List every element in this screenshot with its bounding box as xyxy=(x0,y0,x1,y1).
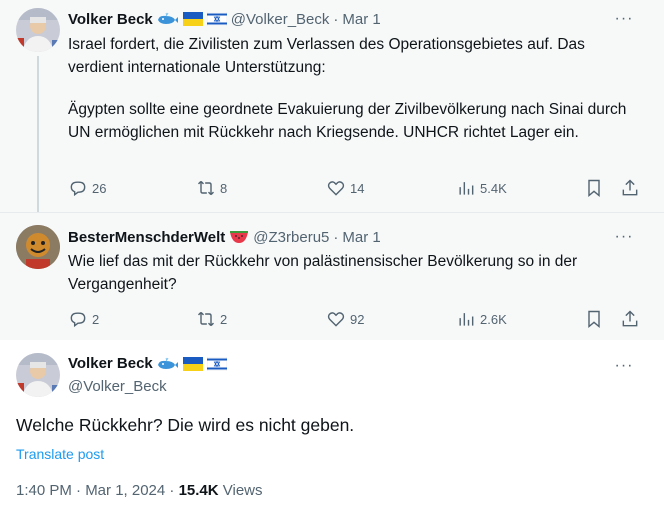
share-button[interactable] xyxy=(620,309,640,329)
views-button[interactable]: 2.6K xyxy=(456,309,507,329)
heart-icon xyxy=(327,181,345,196)
tweet-actions: 2 2 92 2.6K xyxy=(68,309,648,331)
more-options-icon[interactable]: ··· xyxy=(614,227,634,247)
views-label: Views xyxy=(218,482,263,499)
tweet-header: BesterMenschderWelt @Z3rberu5 · Mar 1 xyxy=(68,227,381,247)
avatar[interactable] xyxy=(16,225,60,269)
share-icon xyxy=(622,310,638,327)
repost-button[interactable]: 8 xyxy=(196,178,227,198)
author-name[interactable]: BesterMenschderWelt xyxy=(68,229,225,246)
reply-button[interactable]: 26 xyxy=(68,178,106,198)
author-handle[interactable]: @Volker_Beck xyxy=(231,11,330,28)
like-count: 92 xyxy=(350,311,365,327)
analytics-icon xyxy=(459,182,474,195)
post-date[interactable]: Mar 1 xyxy=(342,229,380,246)
tweet-text-paragraph-2: Ägypten sollte eine geordnete Evakuierun… xyxy=(68,101,627,141)
post-date[interactable]: Mar 1 xyxy=(342,11,380,28)
views-count: 15.4K xyxy=(178,482,219,499)
author-name[interactable]: Volker Beck xyxy=(68,11,153,28)
whale-emoji-icon xyxy=(157,12,179,26)
repost-icon xyxy=(197,311,215,327)
tweet-text: Wie lief das mit der Rückkehr von paläst… xyxy=(68,253,578,293)
whale-emoji-icon xyxy=(157,357,179,371)
bookmark-icon xyxy=(588,179,600,198)
like-button[interactable]: 92 xyxy=(326,309,364,329)
author-name-row: Volker Beck xyxy=(68,355,227,372)
views-button[interactable]: 5.4K xyxy=(456,178,507,198)
watermelon-emoji-icon xyxy=(229,230,249,244)
avatar[interactable] xyxy=(16,353,60,397)
reply-icon xyxy=(70,312,86,328)
ukraine-flag-icon xyxy=(182,356,203,371)
reply-icon xyxy=(70,181,86,197)
analytics-icon xyxy=(459,313,474,326)
separator-dot: · xyxy=(333,228,339,246)
israel-flag-icon xyxy=(206,12,227,26)
repost-button[interactable]: 2 xyxy=(196,309,227,329)
avatar[interactable] xyxy=(16,8,60,52)
thread-line xyxy=(37,56,39,216)
views-count: 2.6K xyxy=(480,311,507,327)
bookmark-icon xyxy=(588,310,600,329)
share-button[interactable] xyxy=(620,178,640,198)
author-handle[interactable]: @Volker_Beck xyxy=(68,378,167,395)
tweet-actions: 26 8 14 5.4K xyxy=(68,178,648,200)
like-button[interactable]: 14 xyxy=(326,178,364,198)
separator-dot: · xyxy=(333,10,339,28)
share-icon xyxy=(622,179,638,196)
reply-count: 26 xyxy=(92,180,107,196)
reply-count: 2 xyxy=(92,311,100,327)
translate-post-link[interactable]: Translate post xyxy=(16,446,104,462)
author-name[interactable]: Volker Beck xyxy=(68,355,153,372)
bookmark-button[interactable] xyxy=(584,309,604,329)
post-timestamp[interactable]: 1:40 PM · Mar 1, 2024 · xyxy=(16,482,179,499)
israel-flag-icon xyxy=(206,356,227,371)
views-count: 5.4K xyxy=(480,180,507,196)
tweet-text: Israel fordert, die Zivilisten zum Verla… xyxy=(68,36,585,76)
focused-tweet: Volker Beck @Volker_Beck ··· Welche Rück… xyxy=(0,340,664,508)
repost-icon xyxy=(197,180,215,196)
tweet-text: Welche Rückkehr? Die wird es nicht geben… xyxy=(16,415,355,435)
heart-icon xyxy=(327,312,345,327)
ukraine-flag-icon xyxy=(182,12,203,26)
like-count: 14 xyxy=(350,180,365,196)
more-options-icon[interactable]: ··· xyxy=(614,9,634,29)
thread-tweet-1[interactable]: Volker Beck @Volker_Beck · Mar 1 ··· Isr… xyxy=(0,0,664,216)
bookmark-button[interactable] xyxy=(584,178,604,198)
more-options-icon[interactable]: ··· xyxy=(614,356,634,376)
repost-count: 8 xyxy=(220,180,228,196)
author-handle[interactable]: @Z3rberu5 xyxy=(253,229,329,246)
post-meta: 1:40 PM · Mar 1, 2024 · 15.4K Views xyxy=(16,482,263,499)
thread-tweet-2[interactable]: BesterMenschderWelt @Z3rberu5 · Mar 1 ··… xyxy=(0,212,664,340)
tweet-header: Volker Beck @Volker_Beck · Mar 1 xyxy=(68,9,381,29)
repost-count: 2 xyxy=(220,311,228,327)
reply-button[interactable]: 2 xyxy=(68,309,99,329)
